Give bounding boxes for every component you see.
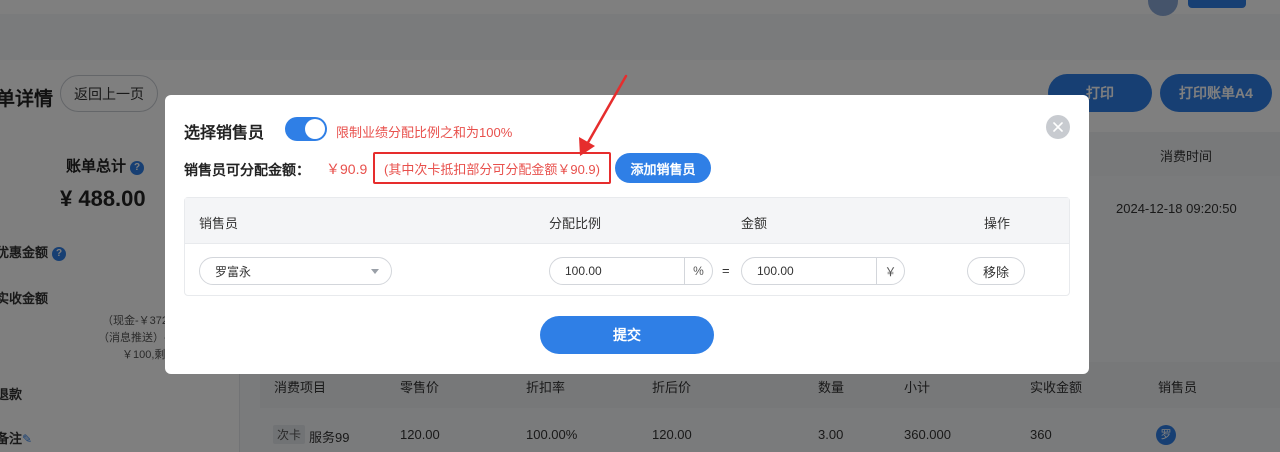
th-ratio: 分配比例 — [549, 216, 602, 231]
seller-select[interactable]: 罗富永 — [199, 257, 392, 285]
th-action: 操作 — [984, 216, 1011, 231]
amount-input[interactable]: 100.00 ￥ — [741, 257, 905, 285]
yuan-unit: ￥ — [876, 258, 904, 284]
percent-unit: % — [684, 258, 712, 284]
seller-table: 销售员 分配比例 金额 操作 罗富永 100.00 % = 100.00 ￥ 移… — [184, 197, 1070, 296]
close-button[interactable] — [1046, 115, 1070, 139]
th-amount: 金额 — [741, 216, 768, 231]
dialog-title: 选择销售员 — [184, 125, 265, 142]
limit-ratio-text: 限制业绩分配比例之和为100% — [336, 125, 513, 140]
toggle-knob — [305, 119, 325, 139]
assignable-amount-value: ￥90.9 — [326, 161, 368, 177]
assignable-amount-label: 销售员可分配金额： — [184, 162, 310, 178]
amount-value: 100.00 — [757, 264, 794, 278]
seller-table-header — [185, 198, 1069, 244]
select-seller-dialog: 选择销售员 限制业绩分配比例之和为100% 销售员可分配金额： ￥90.9 (其… — [165, 95, 1089, 374]
remove-seller-button[interactable]: 移除 — [967, 257, 1025, 285]
close-icon — [1053, 122, 1063, 132]
ratio-input[interactable]: 100.00 % — [549, 257, 713, 285]
caret-down-icon — [371, 269, 379, 274]
limit-ratio-toggle[interactable] — [285, 117, 327, 141]
ratio-value: 100.00 — [565, 264, 602, 278]
add-seller-button[interactable]: 添加销售员 — [615, 153, 711, 183]
seller-select-value: 罗富永 — [215, 264, 252, 279]
equals-sign: = — [722, 263, 730, 278]
submit-button[interactable]: 提交 — [540, 316, 714, 354]
card-deduction-note: (其中次卡抵扣部分可分配金额￥90.9) — [373, 152, 611, 184]
th-seller: 销售员 — [199, 216, 239, 231]
